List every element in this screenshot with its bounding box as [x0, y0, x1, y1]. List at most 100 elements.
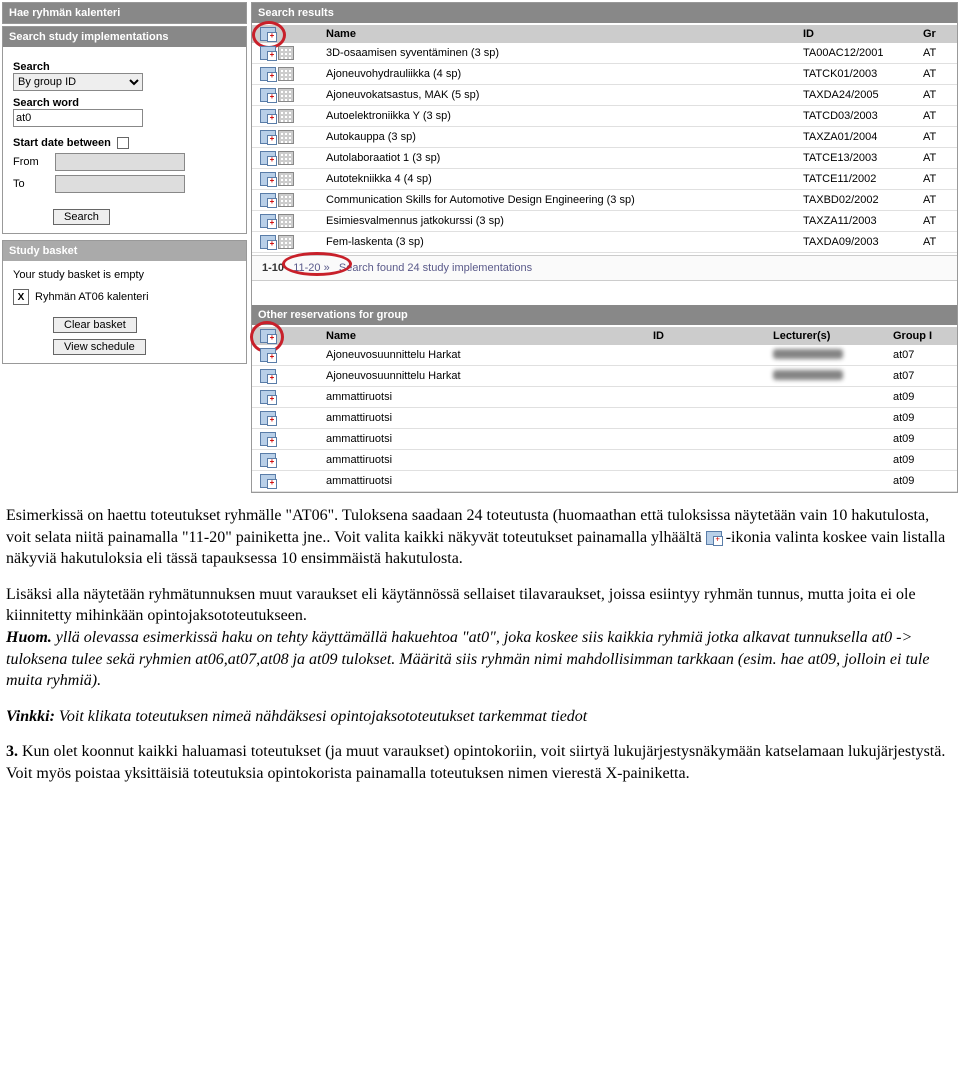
- result-name-link[interactable]: Fem-laskenta (3 sp): [326, 236, 424, 248]
- table-row: ammattiruotsi at09: [252, 471, 957, 492]
- search-word-input[interactable]: [13, 109, 143, 127]
- result-name-link[interactable]: Autolaboraatiot 1 (3 sp): [326, 152, 440, 164]
- table-row: Fem-laskenta (3 sp)TAXDA09/2003AT: [252, 232, 957, 253]
- result-group: AT: [923, 89, 953, 101]
- other-name-link[interactable]: ammattiruotsi: [326, 391, 392, 403]
- other-group: at09: [893, 475, 953, 487]
- add-row-icon[interactable]: [260, 348, 276, 362]
- add-row-icon[interactable]: [260, 67, 276, 81]
- add-row-icon[interactable]: [260, 369, 276, 383]
- col-name-header[interactable]: Name: [326, 28, 803, 40]
- calendar-icon[interactable]: [278, 172, 294, 186]
- other-name-link[interactable]: Ajoneuvosuunnittelu Harkat: [326, 370, 461, 382]
- calendar-icon[interactable]: [278, 214, 294, 228]
- other-lecturer: [773, 349, 893, 362]
- other-name-link[interactable]: ammattiruotsi: [326, 475, 392, 487]
- add-row-icon[interactable]: [260, 172, 276, 186]
- col-id-header[interactable]: ID: [803, 28, 923, 40]
- add-row-icon[interactable]: [260, 214, 276, 228]
- doc-paragraph-1: Esimerkissä on haettu toteutukset ryhmäl…: [6, 505, 954, 570]
- nav-item-group-calendar[interactable]: Hae ryhmän kalenteri: [3, 3, 246, 23]
- add-all-icon[interactable]: [260, 27, 276, 41]
- table-row: 3D-osaamisen syventäminen (3 sp)TA00AC12…: [252, 43, 957, 64]
- start-date-label: Start date between: [13, 137, 111, 149]
- other-name-link[interactable]: Ajoneuvosuunnittelu Harkat: [326, 349, 461, 361]
- doc-paragraph-3: 3. Kun olet koonnut kaikki haluamasi tot…: [6, 741, 954, 784]
- other-group: at09: [893, 412, 953, 424]
- pager-summary: Search found 24 study implementations: [339, 262, 532, 274]
- result-group: AT: [923, 173, 953, 185]
- result-name-link[interactable]: Esimiesvalmennus jatkokurssi (3 sp): [326, 215, 504, 227]
- add-row-icon[interactable]: [260, 46, 276, 60]
- pager-current: 1-10: [262, 262, 284, 274]
- result-name-link[interactable]: Autotekniikka 4 (4 sp): [326, 173, 432, 185]
- table-row: Esimiesvalmennus jatkokurssi (3 sp)TAXZA…: [252, 211, 957, 232]
- result-name-link[interactable]: Communication Skills for Automotive Desi…: [326, 194, 635, 206]
- result-name-link[interactable]: Autokauppa (3 sp): [326, 131, 416, 143]
- basket-title: Study basket: [3, 241, 246, 261]
- result-id: TATCD03/2003: [803, 110, 923, 122]
- col-gr-header[interactable]: Gr: [923, 28, 953, 40]
- add-row-icon[interactable]: [260, 432, 276, 446]
- date-checkbox[interactable]: [117, 137, 129, 149]
- result-id: TATCE11/2002: [803, 173, 923, 185]
- from-date-input[interactable]: [55, 153, 185, 171]
- add-icon-inline: [706, 531, 722, 545]
- calendar-icon[interactable]: [278, 109, 294, 123]
- results-title: Search results: [252, 3, 957, 23]
- result-group: AT: [923, 47, 953, 59]
- add-row-icon[interactable]: [260, 109, 276, 123]
- add-row-icon[interactable]: [260, 453, 276, 467]
- basket-remove-button[interactable]: X: [13, 289, 29, 305]
- result-group: AT: [923, 215, 953, 227]
- table-row: ammattiruotsiat09: [252, 450, 957, 471]
- calendar-icon[interactable]: [278, 46, 294, 60]
- add-row-icon[interactable]: [260, 474, 276, 488]
- calendar-icon[interactable]: [278, 88, 294, 102]
- result-id: TATCE13/2003: [803, 152, 923, 164]
- result-name-link[interactable]: Autoelektroniikka Y (3 sp): [326, 110, 451, 122]
- pager-next-link[interactable]: 11-20: [293, 262, 320, 274]
- result-name-link[interactable]: 3D-osaamisen syventäminen (3 sp): [326, 47, 499, 59]
- calendar-icon[interactable]: [278, 235, 294, 249]
- result-name-link[interactable]: Ajoneuvokatsastus, MAK (5 sp): [326, 89, 479, 101]
- to-date-input[interactable]: [55, 175, 185, 193]
- other-name-link[interactable]: ammattiruotsi: [326, 433, 392, 445]
- add-row-icon[interactable]: [260, 130, 276, 144]
- add-row-icon[interactable]: [260, 151, 276, 165]
- other-name-link[interactable]: ammattiruotsi: [326, 454, 392, 466]
- table-row: Ajoneuvokatsastus, MAK (5 sp) TAXDA24/200…: [252, 85, 957, 106]
- table-row: Autokauppa (3 sp)TAXZA01/2004AT: [252, 127, 957, 148]
- add-row-icon[interactable]: [260, 88, 276, 102]
- table-row: Autoelektroniikka Y (3 sp)TATCD03/2003AT: [252, 106, 957, 127]
- nav-item-search-implementations[interactable]: Search study implementations: [3, 27, 246, 47]
- doc-paragraph-tip: Vinkki: Voit klikata toteutuksen nimeä n…: [6, 706, 954, 728]
- add-row-icon[interactable]: [260, 193, 276, 207]
- other-col-name[interactable]: Name: [326, 330, 653, 342]
- table-row: Ajoneuvosuunnittelu Harkatat07: [252, 366, 957, 387]
- other-col-id[interactable]: ID: [653, 330, 773, 342]
- clear-basket-button[interactable]: Clear basket: [53, 317, 137, 333]
- other-col-group[interactable]: Group I: [893, 330, 953, 342]
- result-id: TAXBD02/2002: [803, 194, 923, 206]
- search-type-select[interactable]: By group ID: [13, 73, 143, 91]
- search-button[interactable]: Search: [53, 209, 110, 225]
- other-col-lecturer[interactable]: Lecturer(s): [773, 330, 893, 342]
- result-name-link[interactable]: Ajoneuvohydrauliikka (4 sp): [326, 68, 461, 80]
- pager-arrow[interactable]: »: [324, 262, 330, 274]
- add-row-icon[interactable]: [260, 235, 276, 249]
- other-title: Other reservations for group: [252, 305, 957, 325]
- table-row: ammattiruotsi at09: [252, 408, 957, 429]
- other-name-link[interactable]: ammattiruotsi: [326, 412, 392, 424]
- calendar-icon[interactable]: [278, 67, 294, 81]
- calendar-icon[interactable]: [278, 151, 294, 165]
- add-all-other-icon[interactable]: [260, 329, 276, 343]
- view-schedule-button[interactable]: View schedule: [53, 339, 146, 355]
- result-id: TATCK01/2003: [803, 68, 923, 80]
- add-row-icon[interactable]: [260, 390, 276, 404]
- basket-empty-text: Your study basket is empty: [13, 269, 236, 281]
- calendar-icon[interactable]: [278, 130, 294, 144]
- result-id: TAXDA24/2005: [803, 89, 923, 101]
- add-row-icon[interactable]: [260, 411, 276, 425]
- calendar-icon[interactable]: [278, 193, 294, 207]
